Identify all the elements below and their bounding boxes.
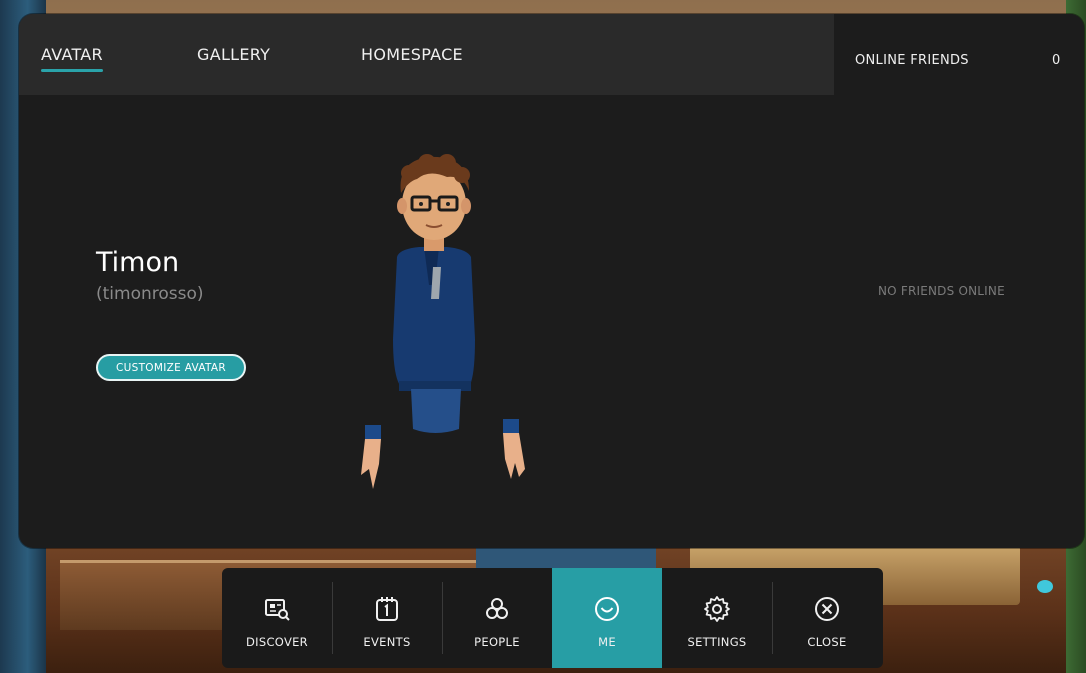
tab-bar: AVATAR GALLERY HOMESPACE (19, 14, 834, 95)
avatar-preview[interactable] (329, 139, 529, 489)
gear-icon (704, 596, 730, 622)
online-friends-count: 0 (1052, 53, 1061, 68)
smiley-icon (595, 597, 619, 621)
dock-people-label: PEOPLE (474, 635, 520, 649)
online-friends-title: ONLINE FRIENDS (855, 53, 969, 68)
online-friends-header: ONLINE FRIENDS 0 (834, 14, 1084, 95)
dock-me-label: ME (598, 635, 616, 649)
teleport-marker (1037, 580, 1053, 593)
dock-discover-button[interactable]: DISCOVER (222, 568, 332, 668)
dock-close-button[interactable]: CLOSE (772, 568, 882, 668)
dock-me-button[interactable]: ME (552, 568, 662, 668)
customize-avatar-button[interactable]: CUSTOMIZE AVATAR (96, 354, 246, 381)
calendar-icon (376, 597, 398, 621)
tab-homespace[interactable]: HOMESPACE (361, 45, 463, 64)
tab-gallery[interactable]: GALLERY (197, 45, 270, 64)
discover-icon (265, 599, 290, 621)
close-icon (815, 597, 839, 621)
dock-discover-label: DISCOVER (246, 635, 308, 649)
dock-people-button[interactable]: PEOPLE (442, 568, 552, 668)
username: (timonrosso) (96, 284, 204, 304)
bottom-dock: DISCOVER EVENTS PEOPLE ME SETTINGS CLOSE (222, 568, 883, 668)
tab-avatar[interactable]: AVATAR (41, 45, 103, 72)
no-friends-message: NO FRIENDS ONLINE (878, 284, 1005, 298)
dock-settings-label: SETTINGS (687, 635, 747, 649)
dock-settings-button[interactable]: SETTINGS (662, 568, 772, 668)
people-icon (486, 598, 508, 619)
dock-events-button[interactable]: EVENTS (332, 568, 442, 668)
dock-close-label: CLOSE (807, 635, 847, 649)
display-name: Timon (96, 247, 180, 278)
me-panel: AVATAR GALLERY HOMESPACE ONLINE FRIENDS … (19, 14, 1084, 548)
dock-events-label: EVENTS (363, 635, 411, 649)
